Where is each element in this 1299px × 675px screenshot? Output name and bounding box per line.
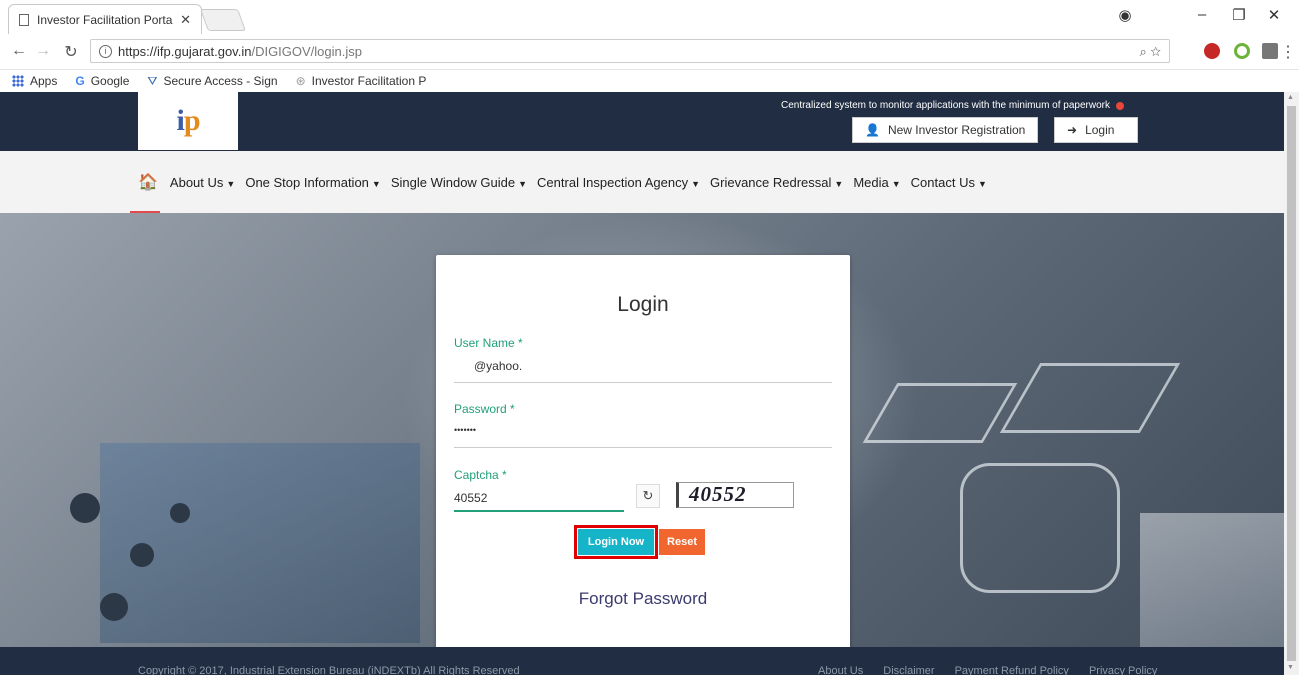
url-path: /DIGIGOV/login.jsp xyxy=(251,43,362,59)
captcha-input[interactable]: 40552 xyxy=(454,491,487,505)
bookmarks-bar: Apps G Google ⛛ Secure Access - Sign ⊛ Inve… xyxy=(0,70,1299,92)
address-bar-row: ← → ↻ i https://ifp.gujarat.gov.in/DIGIG… xyxy=(0,34,1299,70)
copyright-text: Copyright © 2017, Industrial Extension B… xyxy=(138,665,520,675)
footer-link-payment-refund-policy[interactable]: Payment Refund Policy xyxy=(955,665,1069,675)
bookmark-secure-access[interactable]: ⛛ Secure Access - Sign xyxy=(147,74,277,89)
url-host: https://ifp.gujarat.gov.in xyxy=(118,43,252,59)
back-icon[interactable]: ← xyxy=(8,42,30,60)
bookmark-google[interactable]: G Google xyxy=(75,74,129,88)
info-icon[interactable]: i xyxy=(99,44,112,58)
header-login-button[interactable]: ➜ Login xyxy=(1054,117,1138,143)
footer-link-about-us[interactable]: About Us xyxy=(818,665,863,675)
scrollbar-thumb[interactable] xyxy=(1287,106,1296,661)
sign-in-icon: ➜ xyxy=(1067,123,1078,137)
page-scrollbar[interactable]: ▲ ▼ xyxy=(1284,92,1299,675)
refresh-captcha-icon[interactable]: ↻ xyxy=(636,484,660,508)
bookmark-investor-facilitation[interactable]: ⊛ Investor Facilitation P xyxy=(296,74,427,88)
close-tab-icon[interactable]: ✕ xyxy=(180,12,191,28)
nav-single-window-guide[interactable]: Single Window Guide ▼ xyxy=(391,175,527,190)
zoom-star-icons[interactable]: ⌕ ☆ xyxy=(1140,44,1162,60)
restore-icon[interactable]: ❐ xyxy=(1227,6,1251,24)
extension-icon[interactable] xyxy=(1234,43,1250,59)
login-card: Login User Name * @yahoo. Password * •••… xyxy=(436,255,850,653)
caret-down-icon: ▼ xyxy=(891,178,901,189)
home-icon[interactable]: 🏠 xyxy=(138,172,158,192)
tata-icon: ⛛ xyxy=(147,73,158,88)
google-icon: G xyxy=(75,74,85,88)
password-underline xyxy=(454,447,832,448)
hero-image-left xyxy=(100,443,420,643)
caret-down-icon: ▼ xyxy=(691,178,701,189)
extension-icon[interactable] xyxy=(1262,43,1278,59)
user-icon: 👤 xyxy=(865,123,880,137)
caret-down-icon: ▼ xyxy=(226,178,236,189)
caret-down-icon: ▼ xyxy=(834,178,844,189)
molecule-decor xyxy=(170,503,190,523)
scroll-up-icon[interactable]: ▲ xyxy=(1287,94,1294,101)
nav-one-stop-information[interactable]: One Stop Information ▼ xyxy=(245,175,381,190)
password-label: Password * xyxy=(454,402,515,416)
main-nav: 🏠 About Us ▼ One Stop Information ▼ Single… xyxy=(0,151,1284,213)
molecule-decor xyxy=(130,543,154,567)
page-icon xyxy=(19,13,29,26)
site-logo[interactable]: ip xyxy=(138,92,238,150)
nav-media[interactable]: Media ▼ xyxy=(853,175,900,190)
forgot-password-link[interactable]: Forgot Password xyxy=(436,589,850,609)
login-title: Login xyxy=(617,293,669,316)
forward-icon[interactable]: → xyxy=(32,42,54,60)
nav-central-inspection-agency[interactable]: Central Inspection Agency ▼ xyxy=(537,175,700,190)
profile-icon[interactable]: ◉ xyxy=(1113,6,1137,24)
logo-text: ip xyxy=(176,104,200,137)
caret-down-icon: ▼ xyxy=(518,178,528,189)
captcha-underline xyxy=(454,510,624,512)
username-underline xyxy=(454,382,832,383)
username-label: User Name * xyxy=(454,336,523,350)
caret-down-icon: ▼ xyxy=(371,178,381,189)
scroll-down-icon[interactable]: ▼ xyxy=(1287,664,1294,671)
footer-links: About Us Disclaimer Payment Refund Polic… xyxy=(818,665,1157,675)
captcha-image: 40552 xyxy=(676,482,794,508)
browser-tab[interactable]: Investor Facilitation Porta ✕ xyxy=(8,4,202,34)
hexagon-decor xyxy=(960,463,1120,593)
hero-image-right xyxy=(1140,513,1284,647)
minimize-icon[interactable]: – xyxy=(1190,6,1214,23)
bookmark-apps[interactable]: Apps xyxy=(12,74,57,88)
tagline: Centralized system to monitor applicatio… xyxy=(781,100,1124,111)
new-investor-registration-button[interactable]: 👤 New Investor Registration xyxy=(852,117,1039,143)
tab-title: Investor Facilitation Porta xyxy=(37,12,173,27)
footer-link-disclaimer[interactable]: Disclaimer xyxy=(883,665,934,675)
caret-down-icon: ▼ xyxy=(977,178,987,189)
site-icon: ⊛ xyxy=(295,74,306,88)
site-footer: Copyright © 2017, Industrial Extension B… xyxy=(0,647,1284,675)
nav-contact-us[interactable]: Contact Us ▼ xyxy=(911,175,987,190)
captcha-label: Captcha * xyxy=(454,468,507,482)
menu-icon[interactable]: ⋮ xyxy=(1280,42,1296,62)
reset-button[interactable]: Reset xyxy=(659,529,705,555)
info-dot-icon xyxy=(1116,101,1124,110)
close-window-icon[interactable]: ✕ xyxy=(1262,6,1286,24)
login-now-button[interactable]: Login Now xyxy=(574,525,658,559)
reload-icon[interactable]: ↻ xyxy=(60,42,82,62)
password-input[interactable]: ••••••• xyxy=(454,425,476,435)
url-field[interactable]: i https://ifp.gujarat.gov.in/DIGIGOV/log… xyxy=(90,39,1170,63)
hexagon-decor xyxy=(999,363,1181,433)
site-header: ip Centralized system to monitor applica… xyxy=(0,92,1284,151)
molecule-decor xyxy=(100,593,128,621)
nav-about-us[interactable]: About Us ▼ xyxy=(170,175,235,190)
new-tab-button[interactable] xyxy=(199,9,247,31)
footer-link-privacy-policy[interactable]: Privacy Policy xyxy=(1089,665,1157,675)
adblock-icon[interactable] xyxy=(1204,43,1220,59)
username-input[interactable]: @yahoo. xyxy=(474,359,522,373)
apps-icon xyxy=(12,75,24,87)
molecule-decor xyxy=(70,493,100,523)
nav-grievance-redressal[interactable]: Grievance Redressal ▼ xyxy=(710,175,843,190)
browser-tab-bar: Investor Facilitation Porta ✕ ◉ – ❐ ✕ xyxy=(0,0,1299,34)
page: ip Centralized system to monitor applica… xyxy=(0,92,1284,675)
